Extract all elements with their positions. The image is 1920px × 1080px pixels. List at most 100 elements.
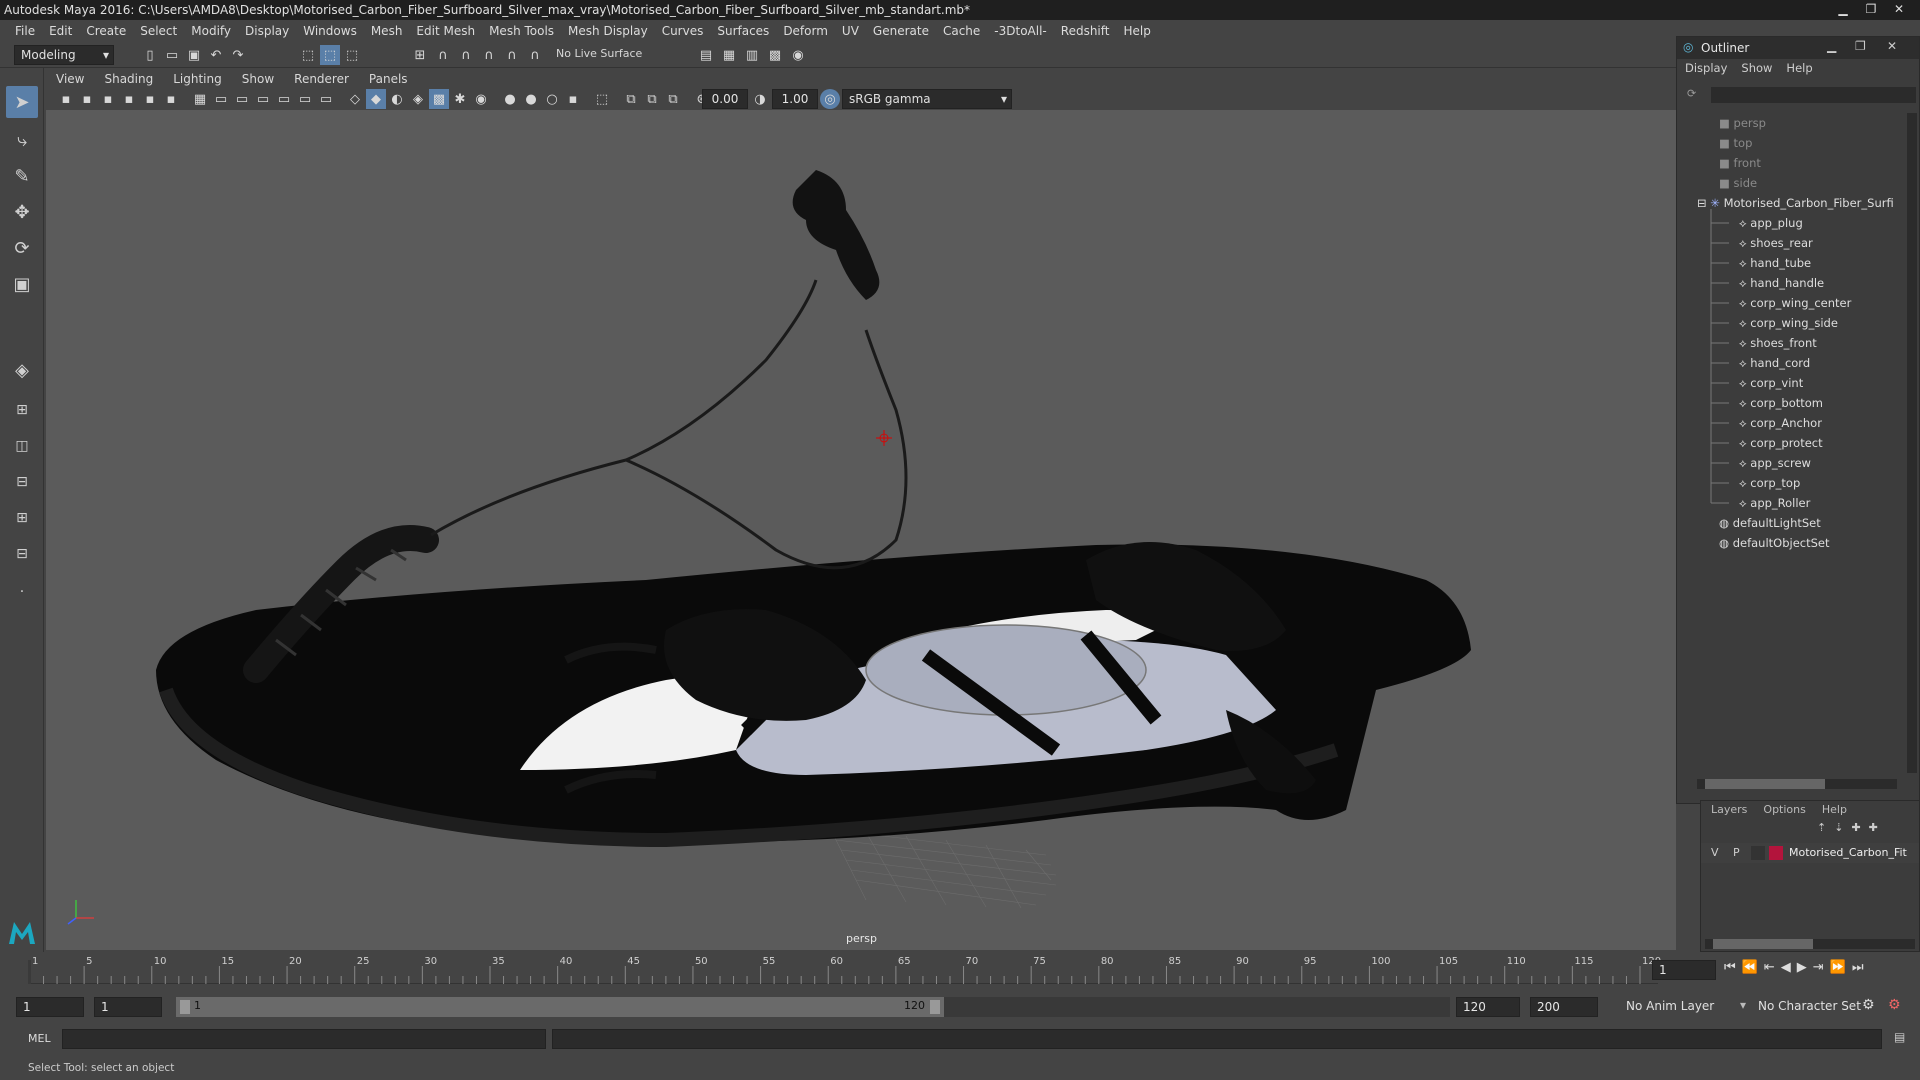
outliner-item[interactable]: ⟡ corp_protect xyxy=(1739,433,1823,453)
start-time-field[interactable]: 1 xyxy=(16,997,84,1017)
outliner-item[interactable]: ⟡ corp_bottom xyxy=(1739,393,1823,413)
colorspace-dropdown[interactable]: sRGB gamma ▾ xyxy=(842,89,1012,109)
outliner-filter-icon[interactable]: ⟳ xyxy=(1687,87,1696,100)
menu-mesh-display[interactable]: Mesh Display xyxy=(561,24,655,38)
panel-menu-shading[interactable]: Shading xyxy=(94,72,163,86)
snap-live-icon[interactable]: ∩ xyxy=(525,45,545,65)
menu-edit[interactable]: Edit xyxy=(42,24,79,38)
menu-uv[interactable]: UV xyxy=(835,24,866,38)
exposure-field[interactable]: 0.00 xyxy=(702,89,748,109)
two-pane-icon[interactable]: ◫ xyxy=(6,430,38,462)
outliner-item[interactable]: ⟡ corp_Anchor xyxy=(1739,413,1822,433)
menu-deform[interactable]: Deform xyxy=(776,24,835,38)
menu-display[interactable]: Display xyxy=(238,24,296,38)
render-current-icon[interactable]: ▦ xyxy=(719,45,739,65)
layer-playback-toggle[interactable]: P xyxy=(1733,846,1740,859)
go-to-end-icon[interactable]: ⏭ xyxy=(1852,960,1864,975)
command-language-label[interactable]: MEL xyxy=(28,1032,51,1045)
gate-mask-icon[interactable]: ▭ xyxy=(253,89,273,109)
menu-modify[interactable]: Modify xyxy=(184,24,238,38)
outliner-menu-help[interactable]: Help xyxy=(1786,61,1812,79)
current-time-marker[interactable] xyxy=(28,960,31,984)
maximize-icon[interactable]: ❐ xyxy=(1858,0,1884,18)
render-settings-icon[interactable]: ▩ xyxy=(765,45,785,65)
film-gate-icon[interactable]: ▭ xyxy=(211,89,231,109)
menu-create[interactable]: Create xyxy=(79,24,133,38)
anim-end-field[interactable]: 120 xyxy=(1456,997,1520,1017)
gamma-icon[interactable]: ◑ xyxy=(750,89,770,109)
layer-type-toggle[interactable] xyxy=(1751,846,1765,860)
open-scene-icon[interactable]: ▭ xyxy=(162,45,182,65)
live-surface-label[interactable]: No Live Surface xyxy=(556,47,642,60)
ipr-render-icon[interactable]: ▥ xyxy=(742,45,762,65)
snap-surface-icon[interactable]: ∩ xyxy=(502,45,522,65)
grid-icon[interactable]: ▦ xyxy=(190,89,210,109)
panel-menu-lighting[interactable]: Lighting xyxy=(163,72,232,86)
undo-icon[interactable]: ↶ xyxy=(206,45,226,65)
select-hierarchy-icon[interactable]: ⬚ xyxy=(298,45,318,65)
layer-menu-options[interactable]: Options xyxy=(1763,803,1805,816)
menu-mesh[interactable]: Mesh xyxy=(364,24,410,38)
outliner-item[interactable]: ⟡ app_screw xyxy=(1739,453,1811,473)
menu-mesh-tools[interactable]: Mesh Tools xyxy=(482,24,561,38)
outliner-search-input[interactable] xyxy=(1711,87,1916,103)
panel-menu-view[interactable]: View xyxy=(46,72,94,86)
outliner-v-scrollbar[interactable] xyxy=(1907,113,1917,773)
outliner-item-set[interactable]: ◍ defaultLightSet xyxy=(1719,513,1821,533)
range-slider[interactable]: 1 120 xyxy=(176,997,944,1017)
go-to-start-icon[interactable]: ⏮ xyxy=(1724,960,1736,975)
menu-curves[interactable]: Curves xyxy=(655,24,711,38)
snap-curve-icon[interactable]: ∩ xyxy=(433,45,453,65)
time-slider[interactable]: 1 5 10 15 20 25 30 35 40 45 50 55 60 65 70 75 80 85 90 95 10… xyxy=(0,952,1920,988)
isolate-select-icon[interactable]: ⬚ xyxy=(592,89,612,109)
play-forward-icon[interactable]: ▶ xyxy=(1797,960,1807,975)
minimize-icon[interactable]: ▁ xyxy=(1827,39,1836,53)
new-scene-icon[interactable]: ▯ xyxy=(140,45,160,65)
layer-visibility-toggle[interactable]: V xyxy=(1711,846,1719,859)
hypershade-icon[interactable]: ◉ xyxy=(788,45,808,65)
use-all-lights-icon[interactable]: ✱ xyxy=(450,89,470,109)
close-icon[interactable]: ✕ xyxy=(1886,0,1912,18)
layer-h-scrollbar[interactable] xyxy=(1705,939,1915,949)
safe-action-icon[interactable]: ▭ xyxy=(295,89,315,109)
layer-row[interactable]: V P Motorised_Carbon_Fit xyxy=(1701,843,1919,863)
scale-tool-icon[interactable]: ▣ xyxy=(6,268,38,300)
outliner-item[interactable]: ⟡ app_plug xyxy=(1739,213,1803,233)
current-frame-field[interactable]: 1 xyxy=(1652,960,1716,980)
outliner-item[interactable]: ⟡ hand_tube xyxy=(1739,253,1811,273)
outliner-item-front[interactable]: ■ front xyxy=(1719,153,1761,173)
outliner-item-top[interactable]: ■ top xyxy=(1719,133,1752,153)
close-icon[interactable]: ✕ xyxy=(1887,39,1897,53)
shadows-icon[interactable]: ◉ xyxy=(471,89,491,109)
default-material-icon[interactable]: ◐ xyxy=(387,89,407,109)
auto-key-icon[interactable]: ⚙ xyxy=(1862,997,1875,1013)
wireframe-on-shaded-icon[interactable]: ◈ xyxy=(408,89,428,109)
script-editor-icon[interactable]: ▤ xyxy=(1894,1030,1905,1044)
smooth-shade-icon[interactable]: ◆ xyxy=(366,89,386,109)
four-pane-icon[interactable]: ⊞ xyxy=(6,394,38,426)
grease-pencil-icon[interactable]: ▪ xyxy=(161,89,181,109)
camera-select-icon[interactable]: ▪ xyxy=(56,89,76,109)
outliner-item[interactable]: ⟡ hand_cord xyxy=(1739,353,1810,373)
ao-icon[interactable]: ● xyxy=(500,89,520,109)
menu-surfaces[interactable]: Surfaces xyxy=(710,24,776,38)
single-pane-icon[interactable]: ◈ xyxy=(6,354,38,386)
menu-edit-mesh[interactable]: Edit Mesh xyxy=(409,24,482,38)
select-tool-icon[interactable]: ➤ xyxy=(6,86,38,118)
two-d-pan-icon[interactable]: ▪ xyxy=(140,89,160,109)
layer-menu-layers[interactable]: Layers xyxy=(1711,803,1747,816)
motion-blur-icon[interactable]: ● xyxy=(521,89,541,109)
range-start-handle[interactable] xyxy=(180,1000,190,1014)
time-ruler[interactable]: 1 5 10 15 20 25 30 35 40 45 50 55 60 65 70 75 80 85 90 95 10… xyxy=(28,956,1661,984)
outliner-item[interactable]: ⟡ corp_top xyxy=(1739,473,1800,493)
step-back-frame-icon[interactable]: ⇤ xyxy=(1764,960,1775,975)
select-component-icon[interactable]: ⬚ xyxy=(342,45,362,65)
menu-redshift[interactable]: Redshift xyxy=(1054,24,1117,38)
panel-menu-panels[interactable]: Panels xyxy=(359,72,418,86)
xray-joints-icon[interactable]: ⧉ xyxy=(642,89,662,109)
menu-3dtoall[interactable]: -3DtoAll- xyxy=(987,24,1053,38)
outliner-item[interactable]: ⟡ app_Roller xyxy=(1739,493,1810,513)
gamma-field[interactable]: 1.00 xyxy=(772,89,818,109)
move-tool-icon[interactable]: ✥ xyxy=(6,196,38,228)
range-track[interactable] xyxy=(944,997,1450,1017)
